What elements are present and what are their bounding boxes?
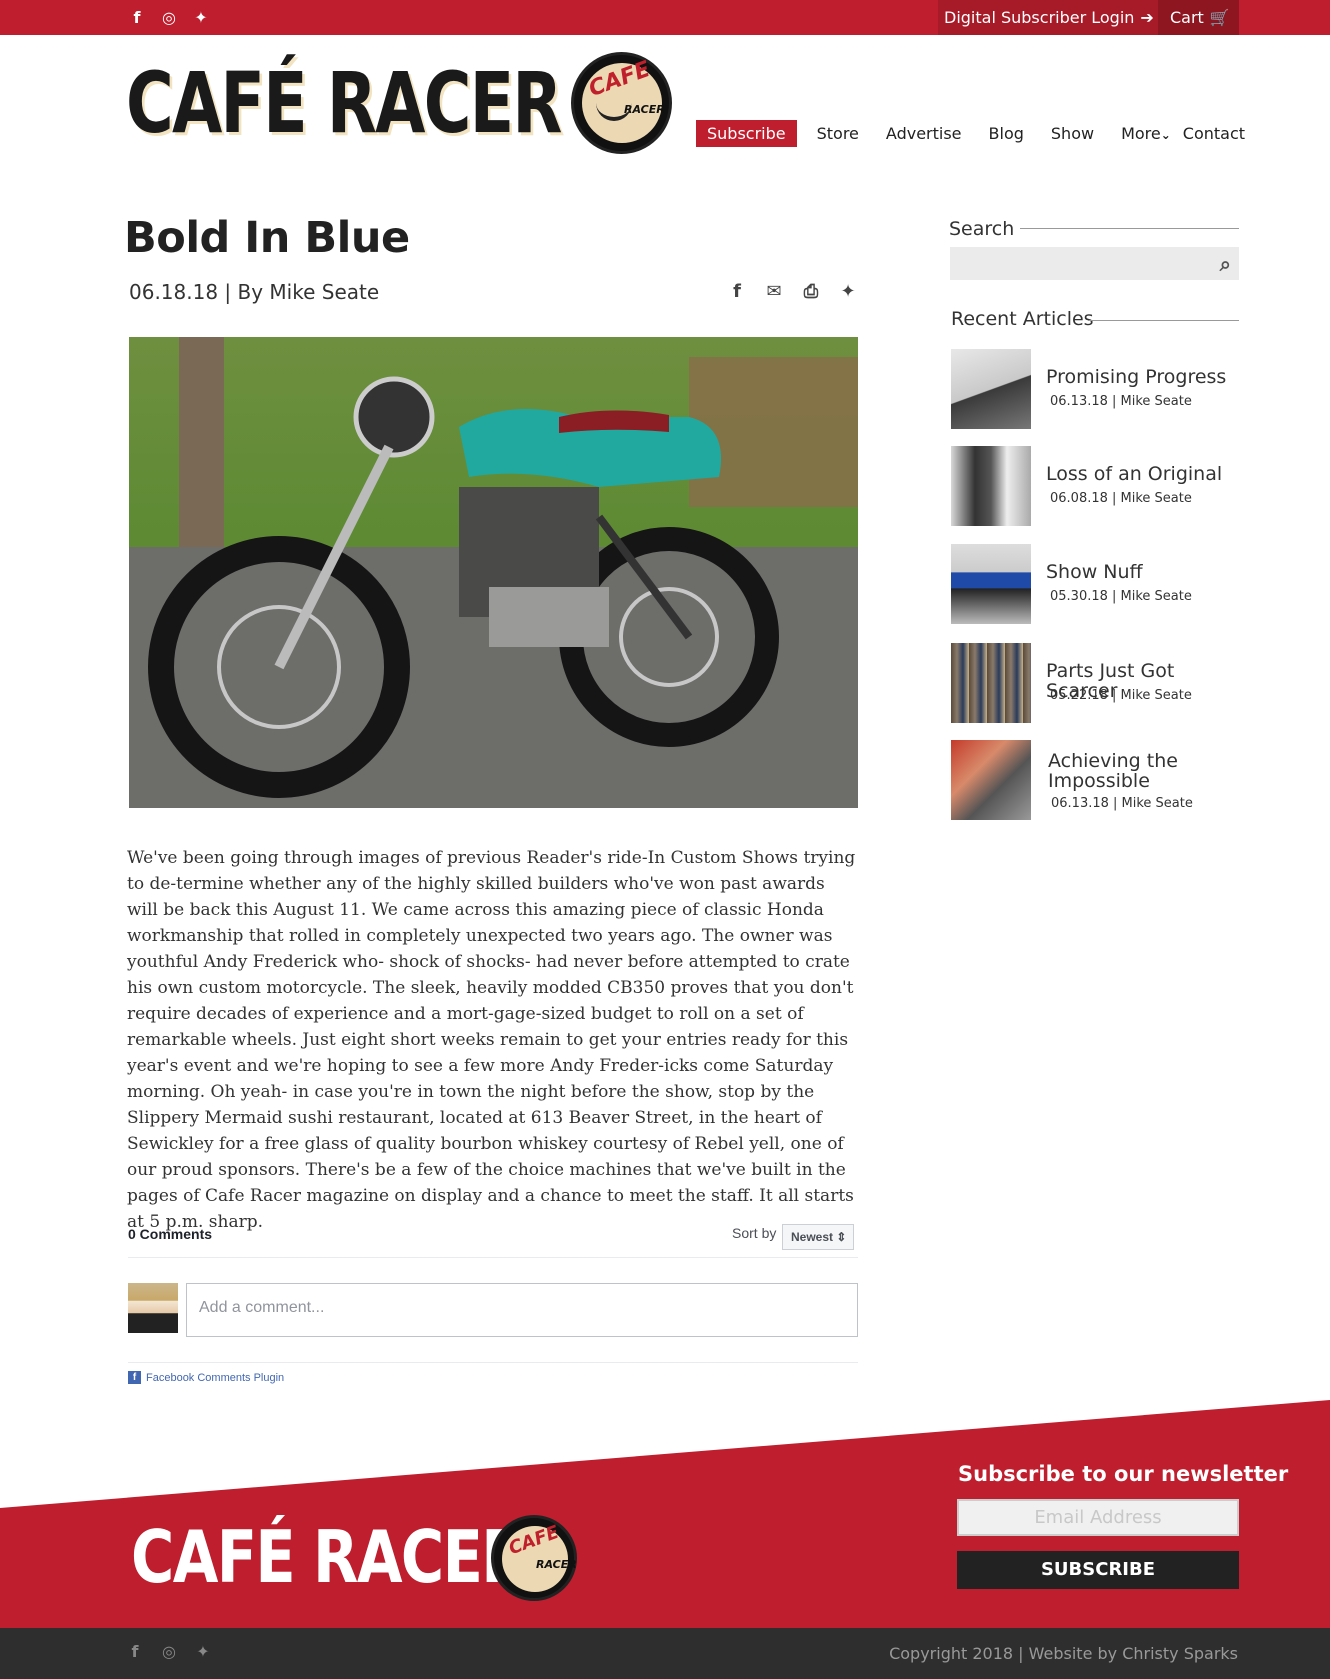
logo-text: CAFÉ RACER [126,54,562,152]
article-body: We've been going through images of previ… [127,848,856,1232]
main-nav: Subscribe Store Advertise Blog Show More… [696,120,1272,147]
facebook-icon[interactable]: f [726,281,748,303]
avatar [128,1283,178,1333]
cart-label: Cart [1170,8,1204,27]
footer-logo-badge: CAFE RACER [491,1515,577,1601]
article-thumbnail [951,643,1031,723]
top-social-links: f ◎ ✦ [128,8,210,27]
recent-article-date: 05.22.18 | Mike Seate [1050,688,1192,703]
print-icon[interactable]: ⎙ [800,281,822,303]
instagram-icon[interactable]: ◎ [160,1642,178,1661]
badge-bottom-text: RACER [624,103,665,116]
motorcycle-photo [129,337,858,808]
facebook-icon[interactable]: f [128,8,146,27]
twitter-icon[interactable]: ✦ [192,8,210,27]
top-bar: f ◎ ✦ Digital Subscriber Login ➔ Cart 🛒 [0,0,1330,35]
share-bar: f ✉ ⎙ ✦ [726,281,859,303]
facebook-icon: f [128,1371,141,1384]
comments-divider-bottom [128,1362,858,1363]
newsletter-email-field[interactable]: Email Address [957,1499,1239,1536]
recent-article-date: 05.30.18 | Mike Seate [1050,589,1192,604]
nav-more[interactable]: More⌄ [1121,124,1171,143]
site-logo[interactable]: CAFÉ RACER CAFE RACER [126,52,672,154]
article-thumbnail [951,446,1031,526]
article-thumbnail [951,544,1031,624]
bottom-bar: f ◎ ✦ Copyright 2018 | Website by Christ… [0,1628,1330,1679]
nav-advertise[interactable]: Advertise [886,124,962,143]
recent-article-item[interactable]: Promising Progress 06.13.18 | Mike Seate [951,349,1251,429]
recent-article-item[interactable]: Loss of an Original 06.08.18 | Mike Seat… [951,446,1251,526]
recent-article-item[interactable]: Parts Just Got Scarcer 05.22.18 | Mike S… [951,643,1251,723]
search-icon[interactable]: ⌕ [1220,252,1231,276]
twitter-icon[interactable]: ✦ [194,1642,212,1661]
recent-article-title: Promising Progress [1046,366,1227,388]
article-title: Bold In Blue [124,213,410,263]
email-icon[interactable]: ✉ [763,281,785,303]
nav-contact[interactable]: Contact [1183,124,1245,143]
comments-count: 0 Comments [128,1226,213,1242]
cart-button[interactable]: Cart 🛒 [1158,0,1239,35]
nav-more-label: More [1121,124,1161,143]
footer-social-links: f ◎ ✦ [126,1642,212,1661]
sort-select[interactable]: Newest ⇕ [782,1224,854,1250]
logo-badge: CAFE RACER [571,52,672,154]
nav-blog[interactable]: Blog [989,124,1024,143]
recent-article-item[interactable]: Show Nuff 05.30.18 | Mike Seate [951,544,1251,624]
nav-subscribe[interactable]: Subscribe [696,120,797,147]
facebook-comments-plugin-link[interactable]: f Facebook Comments Plugin [128,1371,284,1384]
recent-articles-heading: Recent Articles [951,308,1094,330]
recent-article-title: Loss of an Original [1046,463,1223,485]
article-thumbnail [951,740,1031,820]
twitter-icon[interactable]: ✦ [837,281,859,303]
comment-input[interactable]: Add a comment... [186,1283,858,1337]
recent-article-date: 06.13.18 | Mike Seate [1050,394,1192,409]
newsletter-heading: Subscribe to our newsletter [958,1462,1289,1486]
recent-heading-rule [1089,320,1239,321]
search-input[interactable]: ⌕ [950,247,1239,280]
article-hero-image [129,337,858,808]
footer-logo[interactable]: CAFÉ RACER CAFE RACER [131,1515,577,1605]
cart-icon: 🛒 [1209,8,1230,27]
copyright-text: Copyright 2018 | Website by Christy Spar… [889,1644,1238,1663]
login-label: Digital Subscriber Login [944,8,1135,27]
facebook-icon[interactable]: f [126,1642,144,1661]
digital-subscriber-login-button[interactable]: Digital Subscriber Login ➔ [938,0,1158,35]
instagram-icon[interactable]: ◎ [160,8,178,27]
sort-by-label: Sort by [732,1225,777,1241]
article-thumbnail [951,349,1031,429]
recent-article-title: Achieving the Impossible [1048,750,1178,792]
recent-article-item[interactable]: Achieving the Impossible 06.13.18 | Mike… [951,740,1251,820]
comments-divider [128,1257,858,1258]
search-heading: Search [949,218,1015,240]
sign-in-icon: ➔ [1140,8,1154,27]
recent-article-date: 06.13.18 | Mike Seate [1051,796,1193,811]
nav-store[interactable]: Store [817,124,859,143]
article-meta: 06.18.18 | By Mike Seate [129,280,380,304]
recent-article-date: 06.08.18 | Mike Seate [1050,491,1192,506]
footer-logo-text: CAFÉ RACER [131,1515,527,1599]
nav-show[interactable]: Show [1051,124,1094,143]
badge-bottom-text: RACER [536,1558,577,1571]
search-heading-rule [1020,228,1239,229]
chevron-down-icon: ⌄ [1160,128,1171,142]
plugin-label: Facebook Comments Plugin [146,1371,285,1384]
newsletter-subscribe-button[interactable]: SUBSCRIBE [957,1551,1239,1589]
recent-article-title: Show Nuff [1046,561,1143,583]
